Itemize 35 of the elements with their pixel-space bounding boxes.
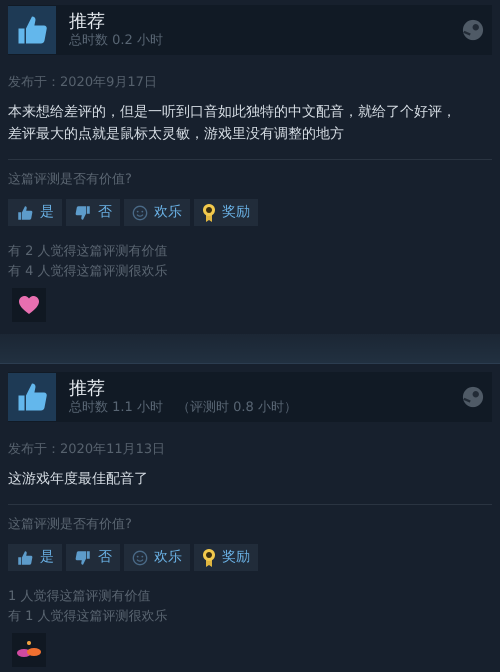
- review-text: 本来想给差评的，但是一听到口音如此独特的中文配音，就给了个好评，差评最大的点就是鼠标太灵敏，游戏里没有调整的地方: [8, 102, 457, 144]
- medal-icon: [202, 202, 216, 222]
- smiley-icon: [132, 204, 148, 220]
- review-text: 这游戏年度最佳配音了: [8, 470, 149, 488]
- rate-button[interactable]: 是: [8, 199, 62, 226]
- rate-button[interactable]: 欢乐: [124, 199, 190, 226]
- review-playtime-text: （评测时 0.8 小时）: [176, 400, 297, 416]
- steam-logo-icon: [462, 386, 484, 408]
- verdict-title: 推荐: [69, 10, 106, 33]
- heart-icon: [18, 295, 40, 315]
- helpful-question: 这篇评测是否有价值?: [8, 516, 133, 534]
- playtime-text: 总时数 0.2 小时: [69, 33, 163, 50]
- smiley-icon: [132, 550, 148, 566]
- clouds-icon: [16, 640, 42, 660]
- rate-button[interactable]: 奖励: [194, 199, 258, 226]
- helpful-question: 这篇评测是否有价值?: [8, 170, 133, 188]
- rate-button[interactable]: 否: [66, 544, 120, 571]
- vote-count-text: 有 1 人觉得这篇评测很欢乐: [8, 608, 169, 626]
- thumbs-up-icon: [16, 204, 34, 222]
- vote-count-text: 1 人觉得这篇评测有价值: [8, 588, 152, 606]
- rate-button[interactable]: 欢乐: [124, 544, 190, 571]
- rate-button[interactable]: 是: [8, 544, 62, 571]
- rate-button[interactable]: 奖励: [194, 544, 258, 571]
- thumbs-down-icon: [74, 204, 92, 222]
- medal-icon: [202, 548, 216, 568]
- verdict-title: 推荐: [69, 378, 106, 400]
- post-date: 发布于：2020年9月17日: [8, 74, 158, 92]
- vote-count-text: 有 2 人觉得这篇评测有价值: [8, 243, 169, 261]
- vote-count-text: 有 4 人觉得这篇评测很欢乐: [8, 263, 169, 281]
- steam-logo-icon: [462, 19, 484, 41]
- playtime-text: 总时数 1.1 小时: [69, 400, 163, 416]
- rate-button[interactable]: 否: [66, 199, 120, 226]
- post-date: 发布于：2020年11月13日: [8, 441, 166, 459]
- thumbs-up-icon: [16, 548, 34, 566]
- thumbs-down-icon: [74, 548, 92, 566]
